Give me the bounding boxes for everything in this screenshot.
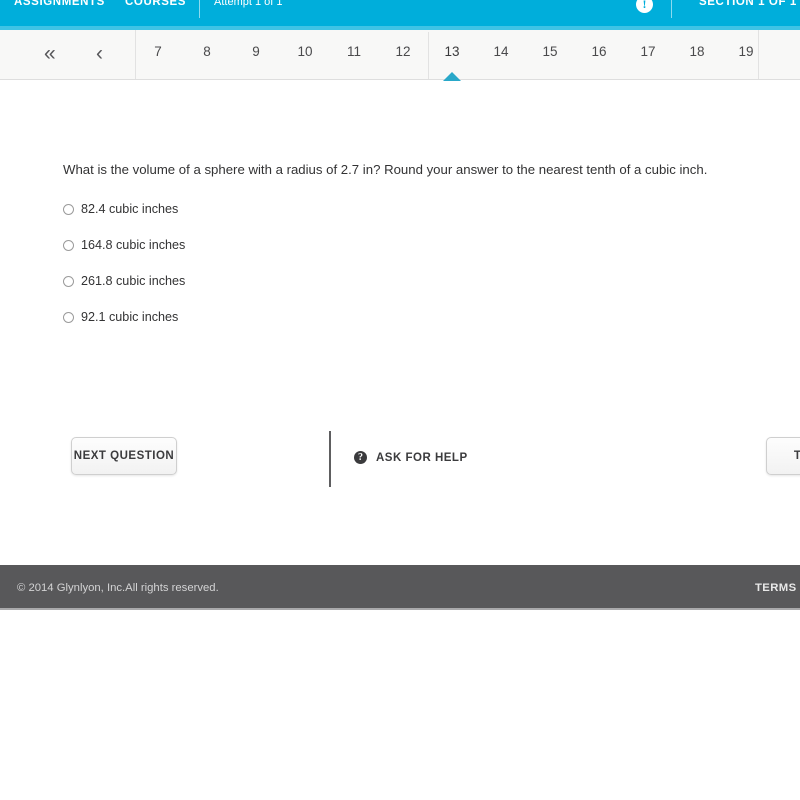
nav-link-assignments[interactable]: ASSIGNMENTS (14, 0, 105, 8)
answer-options-list: 82.4 cubic inches 164.8 cubic inches 261.8… (63, 191, 563, 335)
header-divider-left (199, 0, 200, 18)
action-divider (329, 431, 331, 487)
radio-button-2[interactable] (63, 239, 74, 251)
pagination-number-list: 7 8 9 10 11 12 13 14 15 16 17 18 19 (133, 30, 758, 81)
pagination-page-18[interactable]: 18 (672, 44, 722, 59)
ask-for-help-button[interactable]: ? ASK FOR HELP (354, 451, 468, 464)
section-indicator: SECTION 1 OF 1 (699, 0, 797, 8)
radio-button-4[interactable] (63, 311, 74, 323)
answer-option-row[interactable]: 92.1 cubic inches (63, 299, 563, 335)
pagination-page-15[interactable]: 15 (525, 44, 575, 59)
footer-copyright: © 2014 Glynlyon, Inc.All rights reserved… (17, 582, 219, 594)
question-mark-icon: ? (354, 451, 367, 464)
pagination-page-13[interactable]: 13 (427, 44, 477, 59)
pagination-page-17[interactable]: 17 (623, 44, 673, 59)
question-pagination-bar: « ‹ 7 8 9 10 11 12 13 14 15 16 17 18 19 (0, 30, 800, 81)
chevron-left-icon[interactable]: ‹ (96, 43, 103, 65)
header-divider-right (671, 0, 672, 18)
turn-in-button[interactable]: TURN IN (766, 437, 800, 475)
terms-of-use-link[interactable]: TERMS OF USE (755, 582, 800, 594)
question-prompt: What is the volume of a sphere with a ra… (63, 162, 708, 177)
page-blank-area (0, 612, 800, 800)
attempt-indicator: Attempt 1 of 1 (214, 0, 283, 8)
app-root: ASSIGNMENTS COURSES Attempt 1 of 1 ! SEC… (0, 0, 800, 800)
pagination-page-14[interactable]: 14 (476, 44, 526, 59)
ask-for-help-label: ASK FOR HELP (376, 451, 468, 464)
pagination-page-12[interactable]: 12 (378, 44, 428, 59)
pagination-page-16[interactable]: 16 (574, 44, 624, 59)
double-chevron-left-icon[interactable]: « (44, 43, 56, 65)
pagination-page-7[interactable]: 7 (133, 44, 183, 59)
next-question-button[interactable]: NEXT QUESTION (71, 437, 177, 475)
pagination-active-divider (428, 32, 429, 79)
answer-option-label: 92.1 cubic inches (81, 310, 179, 324)
page-footer: © 2014 Glynlyon, Inc.All rights reserved… (0, 565, 800, 610)
nav-link-courses[interactable]: COURSES (125, 0, 186, 8)
answer-option-row[interactable]: 261.8 cubic inches (63, 263, 563, 299)
pagination-arrow-group: « ‹ (0, 30, 136, 79)
pagination-active-caret-icon (443, 72, 461, 81)
answer-option-label: 164.8 cubic inches (81, 238, 186, 252)
pagination-page-8[interactable]: 8 (182, 44, 232, 59)
pagination-page-10[interactable]: 10 (280, 44, 330, 59)
pagination-right-cell (758, 30, 800, 79)
answer-option-label: 261.8 cubic inches (81, 274, 186, 288)
info-icon[interactable]: ! (636, 0, 653, 13)
radio-button-1[interactable] (63, 203, 74, 215)
answer-option-label: 82.4 cubic inches (81, 202, 179, 216)
pagination-page-11[interactable]: 11 (329, 44, 379, 59)
answer-option-row[interactable]: 164.8 cubic inches (63, 227, 563, 263)
top-navigation-bar: ASSIGNMENTS COURSES Attempt 1 of 1 ! SEC… (0, 0, 800, 30)
question-content-area: What is the volume of a sphere with a ra… (0, 81, 800, 565)
radio-button-3[interactable] (63, 275, 74, 287)
pagination-page-9[interactable]: 9 (231, 44, 281, 59)
answer-option-row[interactable]: 82.4 cubic inches (63, 191, 563, 227)
